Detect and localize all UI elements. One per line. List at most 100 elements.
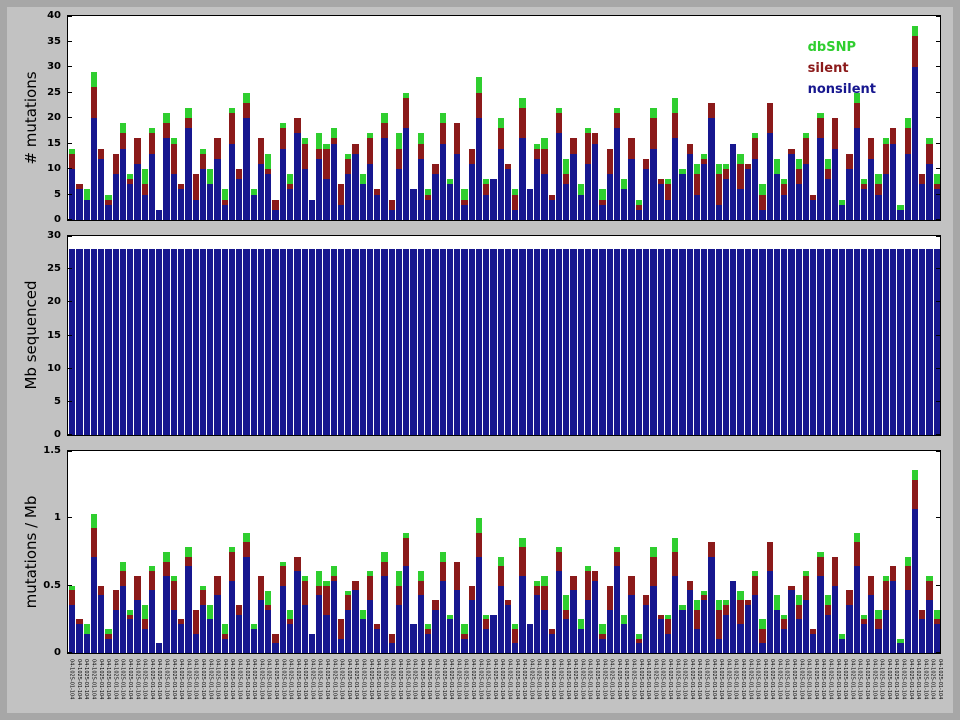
- bar: [701, 16, 707, 220]
- bar-segment-nonsilent: [832, 586, 838, 653]
- bar: [556, 451, 562, 653]
- x-tick-label: 04-1025-01-104: [900, 659, 906, 717]
- bar-segment-silent: [716, 174, 722, 205]
- bar: [607, 451, 613, 653]
- bar: [781, 236, 787, 435]
- bar: [338, 16, 344, 220]
- bar: [302, 451, 308, 653]
- bar: [389, 451, 395, 653]
- bar: [229, 16, 235, 220]
- bar-segment-silent: [694, 174, 700, 194]
- bar: [752, 451, 758, 653]
- bar-segment-silent: [163, 562, 169, 576]
- bar-segment-nonsilent: [912, 67, 918, 220]
- bar-segment-dbsnp: [142, 605, 148, 619]
- bar-segment-silent: [454, 123, 460, 154]
- bar-segment-silent: [817, 118, 823, 138]
- bar: [243, 236, 249, 435]
- bar: [519, 451, 525, 653]
- bar-segment-silent: [229, 552, 235, 581]
- bar: [156, 16, 162, 220]
- bar-segment-nonsilent: [316, 595, 322, 653]
- bar-segment-nonsilent: [694, 195, 700, 221]
- bar-segment-nonsilent: [679, 174, 685, 220]
- bar: [614, 236, 620, 435]
- bar-segment-silent: [171, 581, 177, 610]
- bar-segment-dbsnp: [563, 595, 569, 609]
- x-tick-label: 04-1025-01-104: [258, 659, 264, 717]
- bar-segment-nonsilent: [171, 174, 177, 220]
- bar-segment-nonsilent: [360, 184, 366, 220]
- bar: [207, 236, 213, 435]
- x-tick-label: 04-1025-01-104: [338, 659, 344, 717]
- bar-segment-silent: [134, 138, 140, 164]
- bar: [861, 236, 867, 435]
- x-tick-label: 04-1025-01-104: [630, 659, 636, 717]
- bar-segment-mb-sequenced: [214, 249, 220, 435]
- bar-segment-dbsnp: [461, 189, 467, 199]
- bar: [483, 236, 489, 435]
- x-axis-sample-labels: 04-1025-01-10404-1025-01-10404-1025-01-1…: [67, 659, 943, 717]
- bar: [381, 236, 387, 435]
- bar: [592, 451, 598, 653]
- bar-segment-nonsilent: [352, 154, 358, 220]
- x-tick-label: 04-1025-01-104: [820, 659, 826, 717]
- bar: [185, 451, 191, 653]
- x-tick-label: 04-1025-01-104: [849, 659, 855, 717]
- bar: [476, 16, 482, 220]
- bar-segment-nonsilent: [723, 179, 729, 220]
- bar: [788, 16, 794, 220]
- bar: [745, 16, 751, 220]
- bar-segment-silent: [294, 118, 300, 133]
- bar-segment-silent: [200, 590, 206, 604]
- bar-segment-silent: [200, 154, 206, 169]
- bar: [643, 16, 649, 220]
- x-tick-label: 04-1025-01-104: [535, 659, 541, 717]
- bar: [193, 236, 199, 435]
- bar-segment-nonsilent: [483, 629, 489, 653]
- bar-segment-mb-sequenced: [432, 249, 438, 435]
- bar-segment-dbsnp: [774, 595, 780, 609]
- bar: [745, 451, 751, 653]
- bar-segment-dbsnp: [672, 538, 678, 552]
- bar-segment-silent: [323, 586, 329, 615]
- x-tick-label: 04-1025-01-104: [250, 659, 256, 717]
- bar-segment-dbsnp: [243, 533, 249, 543]
- bar: [134, 451, 140, 653]
- x-tick-label: 04-1025-01-104: [462, 659, 468, 717]
- bar: [323, 16, 329, 220]
- bar-segment-nonsilent: [331, 581, 337, 653]
- bar-segment-dbsnp: [934, 174, 940, 184]
- bar-segment-dbsnp: [694, 164, 700, 174]
- bar: [76, 16, 82, 220]
- x-tick-label: 04-1025-01-104: [331, 659, 337, 717]
- bar-segment-nonsilent: [730, 144, 736, 221]
- bar-segment-mb-sequenced: [163, 249, 169, 435]
- bar-segment-silent: [280, 128, 286, 148]
- bar: [396, 451, 402, 653]
- bar-segment-nonsilent: [134, 164, 140, 220]
- bar-segment-mb-sequenced: [302, 249, 308, 435]
- bar: [410, 16, 416, 220]
- bar-segment-mb-sequenced: [534, 249, 540, 435]
- bar-segment-nonsilent: [861, 189, 867, 220]
- bar: [149, 236, 155, 435]
- bar-segment-mb-sequenced: [759, 249, 765, 435]
- bar-segment-dbsnp: [265, 591, 271, 605]
- bar-segment-mb-sequenced: [730, 249, 736, 435]
- bar-segment-silent: [556, 552, 562, 571]
- bar-segment-dbsnp: [759, 184, 765, 194]
- bar-segment-silent: [236, 605, 242, 615]
- bar: [490, 16, 496, 220]
- bar-segment-nonsilent: [76, 624, 82, 653]
- bar-segment-nonsilent: [200, 605, 206, 653]
- x-tick-label: 04-1025-01-104: [725, 659, 731, 717]
- bar-segment-nonsilent: [483, 195, 489, 221]
- bar-segment-dbsnp: [541, 576, 547, 586]
- bar-segment-mb-sequenced: [578, 249, 584, 435]
- bar: [381, 16, 387, 220]
- x-tick-label: 04-1025-01-104: [615, 659, 621, 717]
- bar-segment-nonsilent: [258, 164, 264, 220]
- x-tick-label: 04-1025-01-104: [433, 659, 439, 717]
- x-tick-label: 04-1025-01-104: [776, 659, 782, 717]
